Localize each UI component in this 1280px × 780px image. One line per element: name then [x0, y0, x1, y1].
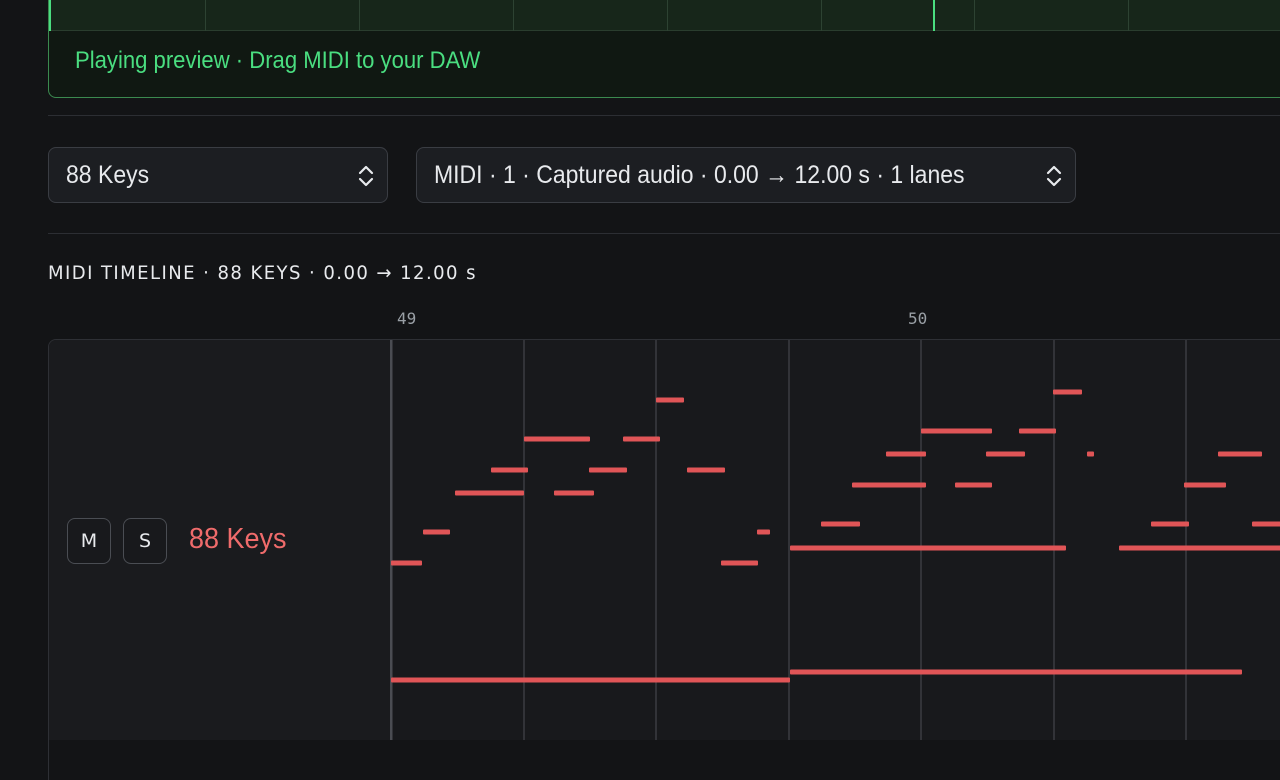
midi-note[interactable]	[721, 560, 758, 566]
midi-note[interactable]	[1184, 482, 1226, 488]
divider	[48, 233, 1280, 234]
preview-grid-line	[974, 0, 975, 31]
midi-note[interactable]	[821, 521, 860, 527]
preview-start-marker	[49, 0, 51, 31]
midi-source-select-value: MIDI · 1 · Captured audio · 0.00 → 12.00…	[434, 160, 965, 189]
midi-note[interactable]	[790, 669, 1242, 675]
midi-note[interactable]	[423, 529, 450, 535]
instrument-select[interactable]: 88 Keys	[48, 147, 388, 203]
left-rail	[0, 0, 24, 780]
midi-note[interactable]	[1252, 521, 1280, 527]
timeline-title: MIDI TIMELINE · 88 KEYS · 0.00 → 12.00 s	[48, 262, 477, 284]
midi-note[interactable]	[921, 428, 992, 434]
midi-note[interactable]	[687, 467, 725, 473]
preview-waveform-strip[interactable]	[49, 0, 1280, 31]
midi-note[interactable]	[1218, 451, 1262, 457]
preview-panel: Playing preview · Drag MIDI to your DAW	[48, 0, 1280, 98]
midi-note[interactable]	[623, 436, 660, 442]
midi-note[interactable]	[491, 467, 528, 473]
chevron-up-down-icon	[1046, 165, 1062, 187]
midi-note[interactable]	[852, 482, 926, 488]
midi-note[interactable]	[589, 467, 627, 473]
midi-note[interactable]	[524, 436, 590, 442]
midi-note[interactable]	[1053, 389, 1082, 395]
chevron-up-down-icon	[358, 165, 374, 187]
midi-note[interactable]	[757, 529, 770, 535]
preview-grid-line	[205, 0, 206, 31]
midi-note[interactable]	[1119, 545, 1280, 551]
midi-note[interactable]	[886, 451, 926, 457]
piano-roll-lane[interactable]	[389, 340, 1280, 740]
preview-grid-line	[1128, 0, 1129, 31]
preview-grid-line	[359, 0, 360, 31]
midi-note[interactable]	[790, 545, 1066, 551]
midi-note[interactable]	[391, 677, 790, 683]
preview-grid-line	[667, 0, 668, 31]
track-name: 88 Keys	[189, 523, 287, 555]
ruler-bar-label: 50	[908, 309, 928, 328]
midi-note[interactable]	[986, 451, 1025, 457]
mute-button[interactable]: M	[67, 518, 111, 564]
midi-timeline: M S 88 Keys	[48, 339, 1280, 780]
lane-footer	[49, 740, 1280, 780]
preview-grid-line	[821, 0, 822, 31]
midi-note[interactable]	[1151, 521, 1189, 527]
midi-note[interactable]	[955, 482, 992, 488]
divider	[48, 115, 1280, 116]
midi-note[interactable]	[455, 490, 524, 496]
preview-grid-line	[513, 0, 514, 31]
midi-source-select[interactable]: MIDI · 1 · Captured audio · 0.00 → 12.00…	[416, 147, 1076, 203]
preview-playhead[interactable]	[933, 0, 935, 31]
ruler-bar-label: 49	[397, 309, 417, 328]
track-header: M S 88 Keys	[49, 340, 390, 740]
midi-note[interactable]	[656, 397, 684, 403]
preview-status-text: Playing preview · Drag MIDI to your DAW	[75, 47, 481, 74]
midi-note[interactable]	[1087, 451, 1094, 457]
instrument-select-value: 88 Keys	[66, 160, 150, 189]
solo-button[interactable]: S	[123, 518, 167, 564]
midi-note[interactable]	[1019, 428, 1056, 434]
midi-note[interactable]	[391, 560, 422, 566]
piano-roll-canvas[interactable]	[389, 340, 1280, 740]
midi-note[interactable]	[554, 490, 594, 496]
